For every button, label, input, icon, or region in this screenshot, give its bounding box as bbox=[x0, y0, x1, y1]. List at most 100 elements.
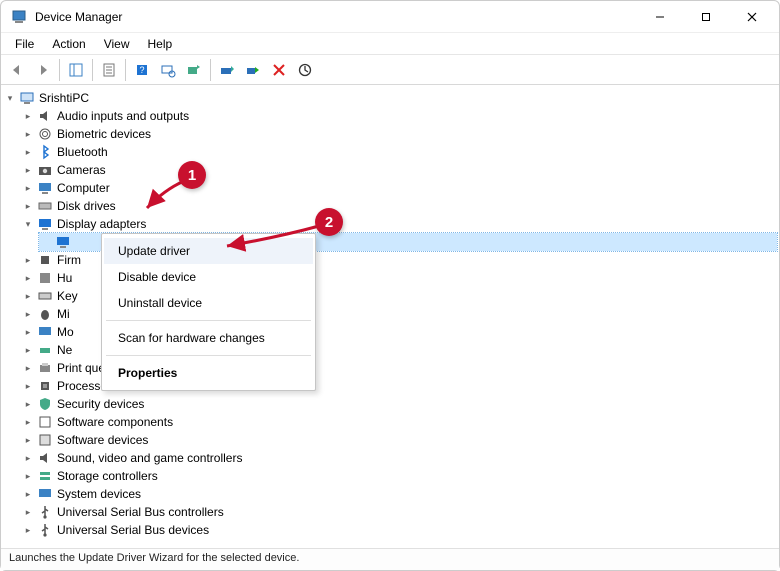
menu-file[interactable]: File bbox=[7, 35, 42, 53]
close-button[interactable] bbox=[729, 1, 775, 33]
chevron-right-icon[interactable]: ▸ bbox=[21, 289, 35, 303]
chevron-right-icon[interactable]: ▸ bbox=[21, 523, 35, 537]
chevron-right-icon[interactable]: ▸ bbox=[21, 163, 35, 177]
refresh-button[interactable] bbox=[293, 58, 317, 82]
menubar: File Action View Help bbox=[1, 33, 779, 55]
tree-item-audio[interactable]: ▸Audio inputs and outputs bbox=[21, 107, 777, 125]
ctx-disable-device[interactable]: Disable device bbox=[104, 264, 313, 290]
window-controls bbox=[637, 1, 775, 33]
menu-view[interactable]: View bbox=[96, 35, 138, 53]
chevron-right-icon[interactable]: ▸ bbox=[21, 415, 35, 429]
chip-icon bbox=[37, 252, 53, 268]
help-button[interactable]: ? bbox=[130, 58, 154, 82]
toolbar-separator bbox=[210, 59, 211, 81]
software-icon bbox=[37, 432, 53, 448]
tree-item-computer[interactable]: ▸Computer bbox=[21, 179, 777, 197]
chevron-right-icon[interactable]: ▸ bbox=[21, 343, 35, 357]
bluetooth-icon bbox=[37, 144, 53, 160]
fingerprint-icon bbox=[37, 126, 53, 142]
tree-item-system[interactable]: ▸System devices bbox=[21, 485, 777, 503]
chevron-right-icon[interactable]: ▸ bbox=[21, 379, 35, 393]
device-tree[interactable]: ▾ SrishtiPC ▸Audio inputs and outputs ▸B… bbox=[1, 85, 779, 548]
statusbar: Launches the Update Driver Wizard for th… bbox=[1, 548, 779, 570]
ctx-scan-hardware[interactable]: Scan for hardware changes bbox=[104, 325, 313, 351]
tree-item-cameras[interactable]: ▸Cameras bbox=[21, 161, 777, 179]
show-hide-tree-button[interactable] bbox=[64, 58, 88, 82]
toolbar-separator bbox=[125, 59, 126, 81]
tree-item-swcomp[interactable]: ▸Software components bbox=[21, 413, 777, 431]
chevron-down-icon[interactable]: ▾ bbox=[3, 91, 17, 105]
tree-item-storage[interactable]: ▸Storage controllers bbox=[21, 467, 777, 485]
chevron-right-icon[interactable]: ▸ bbox=[21, 253, 35, 267]
display-adapter-icon bbox=[55, 234, 71, 250]
toolbar-separator bbox=[92, 59, 93, 81]
usb-icon bbox=[37, 504, 53, 520]
properties-button[interactable] bbox=[97, 58, 121, 82]
chevron-down-icon[interactable]: ▾ bbox=[21, 217, 35, 231]
disk-icon bbox=[37, 198, 53, 214]
ctx-uninstall-device[interactable]: Uninstall device bbox=[104, 290, 313, 316]
annotation-badge-1: 1 bbox=[178, 161, 206, 189]
app-icon bbox=[11, 9, 27, 25]
chevron-right-icon[interactable]: ▸ bbox=[21, 433, 35, 447]
scan-hardware-button[interactable] bbox=[156, 58, 180, 82]
chevron-right-icon[interactable]: ▸ bbox=[21, 199, 35, 213]
back-button[interactable] bbox=[5, 58, 29, 82]
network-icon bbox=[37, 342, 53, 358]
chevron-right-icon[interactable]: ▸ bbox=[21, 307, 35, 321]
add-legacy-button[interactable] bbox=[182, 58, 206, 82]
chevron-right-icon[interactable]: ▸ bbox=[21, 397, 35, 411]
disable-device-button[interactable] bbox=[241, 58, 265, 82]
monitor-icon bbox=[37, 180, 53, 196]
ctx-update-driver[interactable]: Update driver bbox=[104, 238, 313, 264]
ctx-separator bbox=[106, 320, 311, 321]
tree-item-usbdev[interactable]: ▸Universal Serial Bus devices bbox=[21, 521, 777, 539]
status-text: Launches the Update Driver Wizard for th… bbox=[9, 552, 299, 564]
forward-button[interactable] bbox=[31, 58, 55, 82]
chevron-right-icon[interactable]: ▸ bbox=[21, 361, 35, 375]
tree-item-security[interactable]: ▸Security devices bbox=[21, 395, 777, 413]
tree-item-diskdrives[interactable]: ▸Disk drives bbox=[21, 197, 777, 215]
chevron-right-icon[interactable]: ▸ bbox=[21, 181, 35, 195]
tree-item-bluetooth[interactable]: ▸Bluetooth bbox=[21, 143, 777, 161]
chevron-right-icon[interactable]: ▸ bbox=[21, 469, 35, 483]
tree-item-biometric[interactable]: ▸Biometric devices bbox=[21, 125, 777, 143]
chevron-right-icon[interactable]: ▸ bbox=[21, 487, 35, 501]
camera-icon bbox=[37, 162, 53, 178]
chevron-right-icon[interactable]: ▸ bbox=[21, 325, 35, 339]
tree-item-usbctrl[interactable]: ▸Universal Serial Bus controllers bbox=[21, 503, 777, 521]
uninstall-device-button[interactable] bbox=[267, 58, 291, 82]
tree-root[interactable]: ▾ SrishtiPC bbox=[3, 89, 777, 107]
context-menu: Update driver Disable device Uninstall d… bbox=[101, 233, 316, 391]
toolbar: ? bbox=[1, 55, 779, 85]
menu-action[interactable]: Action bbox=[44, 35, 93, 53]
chevron-right-icon[interactable]: ▸ bbox=[21, 271, 35, 285]
menu-help[interactable]: Help bbox=[140, 35, 181, 53]
maximize-button[interactable] bbox=[683, 1, 729, 33]
chevron-right-icon[interactable]: ▸ bbox=[21, 451, 35, 465]
computer-icon bbox=[19, 90, 35, 106]
hid-icon bbox=[37, 270, 53, 286]
chevron-right-icon[interactable]: ▸ bbox=[21, 127, 35, 141]
chevron-right-icon[interactable]: ▸ bbox=[21, 505, 35, 519]
minimize-button[interactable] bbox=[637, 1, 683, 33]
sound-icon bbox=[37, 450, 53, 466]
tree-item-sound[interactable]: ▸Sound, video and game controllers bbox=[21, 449, 777, 467]
printer-icon bbox=[37, 360, 53, 376]
chevron-right-icon[interactable]: ▸ bbox=[21, 145, 35, 159]
shield-icon bbox=[37, 396, 53, 412]
ctx-properties[interactable]: Properties bbox=[104, 360, 313, 386]
usb-icon bbox=[37, 522, 53, 538]
speaker-icon bbox=[37, 108, 53, 124]
tree-item-swdev[interactable]: ▸Software devices bbox=[21, 431, 777, 449]
titlebar: Device Manager bbox=[1, 1, 779, 33]
monitor-icon bbox=[37, 324, 53, 340]
storage-icon bbox=[37, 468, 53, 484]
toolbar-separator bbox=[59, 59, 60, 81]
keyboard-icon bbox=[37, 288, 53, 304]
annotation-badge-2: 2 bbox=[315, 208, 343, 236]
chevron-right-icon[interactable]: ▸ bbox=[21, 109, 35, 123]
tree-item-display-adapters[interactable]: ▾Display adapters bbox=[21, 215, 777, 233]
system-icon bbox=[37, 486, 53, 502]
update-driver-button[interactable] bbox=[215, 58, 239, 82]
